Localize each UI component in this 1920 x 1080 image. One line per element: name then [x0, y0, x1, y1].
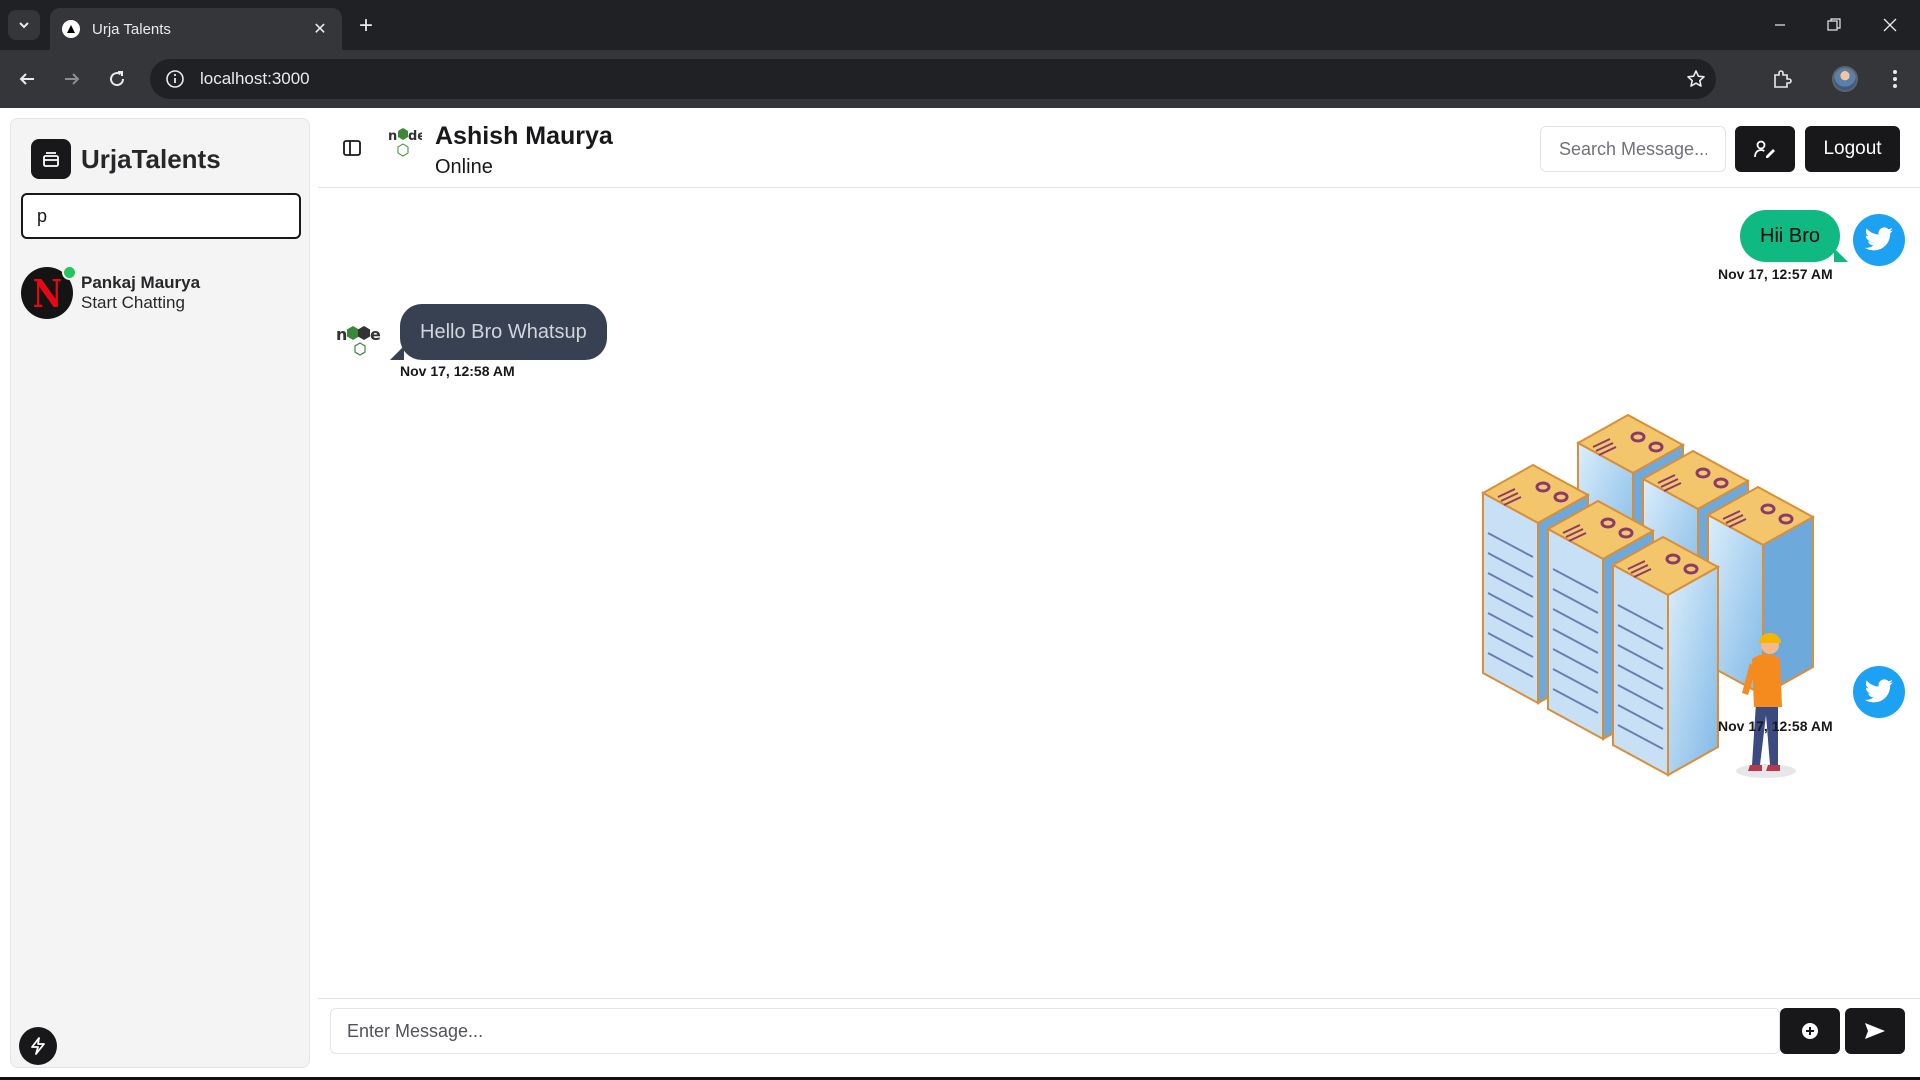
close-tab-icon[interactable]: ✕ [310, 19, 330, 39]
contact-item[interactable]: N Pankaj Maurya Start Chatting [21, 265, 301, 321]
url-text: localhost:3000 [200, 69, 310, 88]
profile-avatar [1832, 66, 1858, 92]
chat-app: UrjaTalents N Pankaj Maurya Start Chatti… [0, 108, 1920, 1080]
svg-text:n: n [388, 129, 397, 144]
profile-button[interactable] [1830, 64, 1860, 94]
twitter-bird-icon [1853, 666, 1905, 718]
chat-contact-status: Online [435, 156, 493, 178]
reload-icon [110, 71, 125, 87]
browser-menu-button[interactable] [1880, 64, 1910, 94]
plus-circle-icon [1802, 1023, 1818, 1039]
edit-profile-button[interactable] [1735, 126, 1795, 172]
browser-tab-bar: Urja Talents ✕ + [0, 0, 1920, 50]
contact-name: Pankaj Maurya [81, 273, 201, 292]
message-bubble-received: Hello Bro Whatsup [390, 304, 607, 360]
sidebar: UrjaTalents N Pankaj Maurya Start Chatti… [10, 118, 310, 1068]
sidebar-toggle-icon[interactable] [342, 138, 362, 158]
brand: UrjaTalents [31, 139, 221, 179]
extensions-button[interactable] [1767, 64, 1797, 94]
address-bar[interactable]: localhost:3000 [150, 59, 1716, 99]
minimize-icon [1775, 24, 1785, 26]
contact-subtitle: Start Chatting [81, 293, 185, 312]
restore-button[interactable] [1814, 10, 1854, 40]
svg-text:e: e [370, 325, 381, 344]
online-status-dot [62, 265, 77, 280]
restore-icon [1827, 18, 1841, 31]
arrow-right-icon [65, 73, 80, 85]
lightning-icon [31, 1037, 45, 1055]
reload-button[interactable] [102, 64, 132, 94]
message-bubble-sent: Hii Bro [1740, 210, 1849, 262]
kebab-menu-icon [1893, 70, 1897, 88]
brand-name: UrjaTalents [81, 143, 221, 174]
puzzle-icon [1774, 70, 1792, 88]
message-timestamp: Nov 17, 12:58 AM [400, 363, 515, 379]
bolt-button[interactable] [19, 1027, 57, 1065]
svg-text:de: de [408, 129, 422, 144]
site-info-icon[interactable] [164, 68, 186, 90]
twitter-bird-icon [1853, 214, 1905, 266]
arrow-left-icon [19, 73, 34, 85]
avatar: N [21, 265, 77, 319]
chat-panel: n de Ashish Maurya Online Logout Hii Bro… [318, 108, 1920, 1080]
chat-header: n de Ashish Maurya Online Logout [318, 108, 1920, 188]
netflix-logo-icon: N [32, 270, 62, 316]
contact-info: Pankaj Maurya Start Chatting [81, 273, 200, 313]
nodejs-logo-icon: n e [336, 318, 386, 360]
nodejs-logo-icon: n de [386, 122, 426, 166]
user-search-input[interactable] [21, 193, 301, 239]
tab-title: Urja Talents [92, 20, 171, 38]
chat-contact-name: Ashish Maurya [435, 122, 613, 150]
minimize-button[interactable] [1760, 10, 1800, 40]
close-icon [1883, 18, 1897, 32]
bookmark-star-icon[interactable] [1676, 69, 1716, 89]
new-tab-button[interactable]: + [352, 12, 380, 40]
inbox-icon [31, 139, 71, 179]
chevron-down-icon [19, 22, 29, 29]
vercel-triangle-icon [62, 20, 80, 38]
send-icon [1865, 1023, 1885, 1039]
svg-text:n: n [336, 325, 347, 344]
browser-tab[interactable]: Urja Talents ✕ [50, 8, 342, 50]
close-window-button[interactable] [1870, 10, 1910, 40]
user-pen-icon [1754, 140, 1775, 158]
logout-button[interactable]: Logout [1805, 126, 1900, 172]
message-timestamp: Nov 17, 12:58 AM [1718, 718, 1833, 734]
tab-search-button[interactable] [8, 10, 40, 40]
message-input[interactable] [330, 1008, 1780, 1054]
message-timestamp: Nov 17, 12:57 AM [1718, 266, 1833, 282]
back-button[interactable] [12, 64, 42, 94]
send-button[interactable] [1845, 1008, 1905, 1054]
message-search-input[interactable] [1540, 126, 1726, 172]
browser-toolbar: localhost:3000 [0, 50, 1920, 108]
message-composer [318, 998, 1920, 1078]
attach-button[interactable] [1780, 1008, 1840, 1054]
forward-button[interactable] [57, 64, 87, 94]
